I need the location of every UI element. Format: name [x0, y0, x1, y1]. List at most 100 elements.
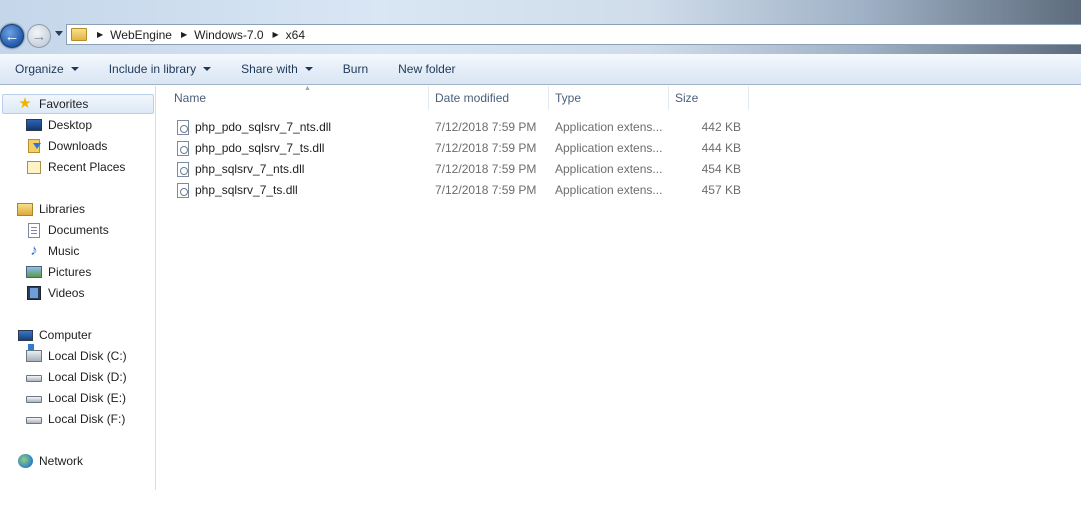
- sidebar-item-recent-places[interactable]: Recent Places: [26, 157, 125, 177]
- star-icon: ★: [18, 95, 32, 112]
- file-list-pane[interactable]: ▲ Name Date modified Type Size php_pdo_s…: [157, 85, 1081, 490]
- file-date-modified: 7/12/2018 7:59 PM: [435, 162, 537, 176]
- column-header-type[interactable]: Type: [549, 86, 669, 110]
- file-name: php_pdo_sqlsrv_7_ts.dll: [195, 141, 325, 155]
- address-bar[interactable]: ▶ WebEngine ▶ Windows-7.0 ▶ x64: [66, 24, 1081, 45]
- sidebar-item-label: Local Disk (F:): [48, 412, 126, 426]
- file-type: Application extens...: [555, 141, 663, 155]
- navigation-pane[interactable]: ★ Favorites Desktop Downloads Recent Pla…: [0, 86, 156, 490]
- sidebar-item-local-disk-d[interactable]: Local Disk (D:): [26, 367, 127, 387]
- chevron-down-icon: [203, 67, 212, 71]
- back-arrow-icon: ←: [4, 27, 20, 45]
- column-header-label: Date modified: [435, 91, 510, 105]
- file-type: Application extens...: [555, 162, 663, 176]
- sidebar-item-label: Favorites: [39, 97, 89, 111]
- sidebar-item-label: Music: [48, 244, 80, 258]
- file-type: Application extens...: [555, 120, 663, 134]
- file-size: 444 KB: [701, 141, 741, 155]
- file-size: 442 KB: [701, 120, 741, 134]
- share-with-label: Share with: [241, 62, 298, 76]
- sidebar-item-label: Local Disk (C:): [48, 349, 127, 363]
- sidebar-item-label: Documents: [48, 223, 109, 237]
- file-row[interactable]: php_pdo_sqlsrv_7_ts.dll 7/12/2018 7:59 P…: [174, 138, 754, 159]
- organize-label: Organize: [15, 62, 64, 76]
- command-bar: Organize Include in library Share with B…: [0, 54, 1081, 85]
- file-name: php_pdo_sqlsrv_7_nts.dll: [195, 120, 332, 134]
- breadcrumb-item[interactable]: Windows-7.0: [194, 28, 263, 42]
- sidebar-item-local-disk-f[interactable]: Local Disk (F:): [26, 409, 125, 429]
- sidebar-item-label: Downloads: [48, 139, 108, 153]
- file-name: php_sqlsrv_7_ts.dll: [195, 183, 298, 197]
- libraries-icon: [17, 201, 33, 217]
- sidebar-item-computer[interactable]: Computer: [17, 325, 92, 345]
- file-row[interactable]: php_pdo_sqlsrv_7_nts.dll 7/12/2018 7:59 …: [174, 117, 754, 138]
- file-row[interactable]: php_sqlsrv_7_ts.dll 7/12/2018 7:59 PM Ap…: [174, 180, 754, 201]
- column-header-size[interactable]: Size: [669, 86, 749, 110]
- sidebar-item-libraries[interactable]: Libraries: [17, 199, 85, 219]
- dll-file-icon: [177, 141, 189, 156]
- drive-icon: [26, 390, 42, 406]
- column-header-label: Name: [174, 91, 207, 105]
- share-with-button[interactable]: Share with: [241, 62, 313, 76]
- include-in-library-button[interactable]: Include in library: [108, 62, 212, 76]
- include-in-library-label: Include in library: [108, 62, 197, 76]
- dll-file-icon: [177, 120, 189, 135]
- breadcrumb-chevron-icon[interactable]: ▶: [273, 30, 279, 39]
- sidebar-item-videos[interactable]: Videos: [26, 283, 84, 303]
- sidebar-item-local-disk-c[interactable]: Local Disk (C:): [26, 346, 127, 366]
- computer-icon: [17, 327, 33, 343]
- sidebar-item-label: Pictures: [48, 265, 92, 279]
- sidebar-item-label: Libraries: [39, 202, 86, 216]
- organize-button[interactable]: Organize: [15, 62, 79, 76]
- file-name: php_sqlsrv_7_nts.dll: [195, 162, 305, 176]
- recent-pages-dropdown[interactable]: [55, 31, 63, 36]
- file-type: Application extens...: [555, 183, 663, 197]
- burn-button[interactable]: Burn: [343, 62, 368, 76]
- sidebar-item-network[interactable]: Network: [17, 451, 83, 471]
- drive-icon: [26, 369, 42, 385]
- file-size: 454 KB: [701, 162, 741, 176]
- recent-places-icon: [26, 159, 42, 175]
- documents-icon: [26, 222, 42, 238]
- breadcrumb-item[interactable]: WebEngine: [110, 28, 172, 42]
- breadcrumb-chevron-icon[interactable]: ▶: [181, 30, 187, 39]
- column-header-label: Size: [675, 91, 699, 105]
- sidebar-item-music[interactable]: ♪ Music: [26, 241, 79, 261]
- burn-label: Burn: [342, 62, 369, 76]
- forward-arrow-icon: →: [31, 27, 47, 45]
- dll-file-icon: [177, 183, 189, 198]
- back-button[interactable]: ←: [0, 24, 24, 48]
- dll-file-icon: [177, 162, 189, 177]
- new-folder-button[interactable]: New folder: [398, 62, 455, 76]
- sidebar-item-documents[interactable]: Documents: [26, 220, 109, 240]
- sidebar-item-label: Local Disk (E:): [48, 391, 127, 405]
- sidebar-item-label: Recent Places: [48, 160, 126, 174]
- chevron-down-icon: [70, 67, 79, 71]
- file-date-modified: 7/12/2018 7:59 PM: [435, 183, 537, 197]
- window-title-area: ← → ▶ WebEngine ▶ Windows-7.0 ▶ x64: [0, 0, 1081, 54]
- new-folder-label: New folder: [398, 62, 456, 76]
- sidebar-item-favorites[interactable]: ★ Favorites: [2, 94, 154, 114]
- system-drive-icon: [26, 348, 42, 364]
- bottom-edge: [0, 490, 1081, 507]
- column-header-name[interactable]: ▲ Name: [168, 85, 429, 110]
- file-date-modified: 7/12/2018 7:59 PM: [435, 141, 537, 155]
- sidebar-item-desktop[interactable]: Desktop: [26, 115, 92, 135]
- sidebar-item-label: Videos: [48, 286, 85, 300]
- column-header-date-modified[interactable]: Date modified: [429, 86, 549, 110]
- music-icon: ♪: [30, 242, 38, 259]
- breadcrumb-chevron-icon[interactable]: ▶: [97, 30, 103, 39]
- folder-icon: [71, 28, 87, 41]
- drive-icon: [26, 411, 42, 427]
- sidebar-item-downloads[interactable]: Downloads: [26, 136, 107, 156]
- chevron-down-icon: [304, 67, 313, 71]
- file-row[interactable]: php_sqlsrv_7_nts.dll 7/12/2018 7:59 PM A…: [174, 159, 754, 180]
- sidebar-item-pictures[interactable]: Pictures: [26, 262, 91, 282]
- file-size: 457 KB: [701, 183, 741, 197]
- breadcrumb-item[interactable]: x64: [286, 28, 305, 42]
- file-date-modified: 7/12/2018 7:59 PM: [435, 120, 537, 134]
- forward-button[interactable]: →: [27, 24, 51, 48]
- videos-icon: [26, 285, 42, 301]
- pictures-icon: [26, 264, 42, 280]
- sidebar-item-local-disk-e[interactable]: Local Disk (E:): [26, 388, 126, 408]
